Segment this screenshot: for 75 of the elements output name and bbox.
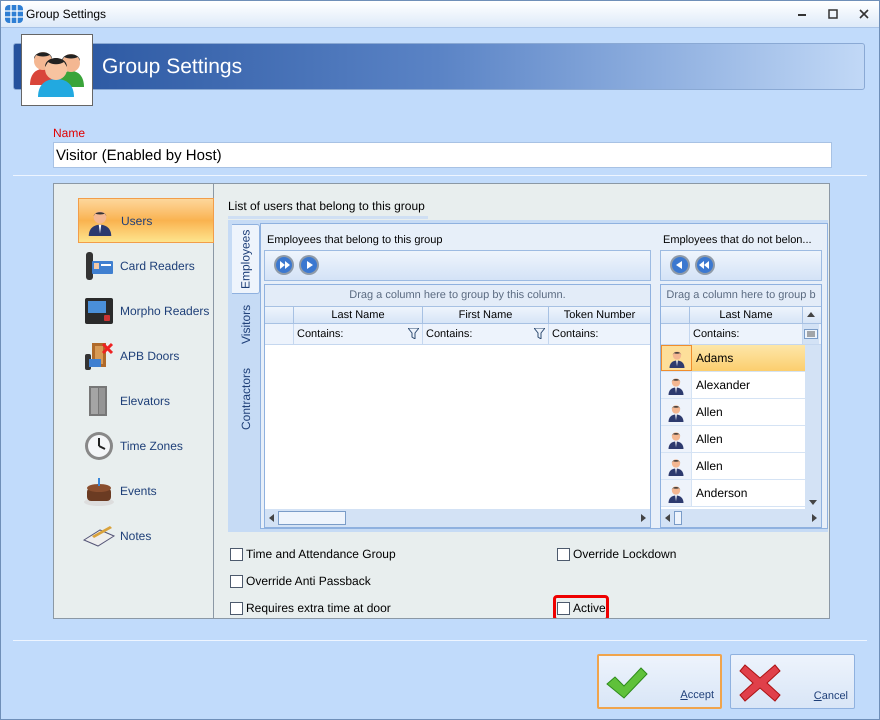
checkbox[interactable] xyxy=(230,574,243,588)
horizontal-scrollbar[interactable] xyxy=(265,509,650,528)
vertical-tab[interactable]: Contractors xyxy=(232,354,260,444)
scroll-right-icon[interactable] xyxy=(641,514,646,522)
filter-icon xyxy=(408,328,419,340)
name-field[interactable]: Visitor (Enabled by Host) xyxy=(53,142,832,168)
scroll-down-icon[interactable] xyxy=(809,500,817,506)
checkbox[interactable] xyxy=(557,548,570,560)
maximize-icon[interactable] xyxy=(828,9,838,19)
filter-field[interactable]: Contains: xyxy=(423,324,549,344)
scroll-right-icon[interactable] xyxy=(812,514,817,522)
option-label: Requires extra time at door xyxy=(246,600,391,617)
option-label: Override Anti Passback xyxy=(246,573,371,590)
cancel-button[interactable]: Cancel xyxy=(730,654,855,709)
grid-row[interactable]: Anderson xyxy=(661,480,805,507)
checkbox[interactable] xyxy=(557,602,570,614)
scroll-thumb-icon[interactable] xyxy=(804,328,818,339)
table-cell-text: Anderson xyxy=(695,484,748,502)
sidebar-item[interactable]: Morpho Readers xyxy=(78,288,214,333)
filter-icon xyxy=(534,328,545,340)
scroll-thumb[interactable] xyxy=(278,511,346,526)
grid-row[interactable]: Allen xyxy=(661,426,805,453)
clock-icon xyxy=(83,430,115,462)
table-cell-text: Allen xyxy=(695,430,723,448)
sidebar-item[interactable]: APB Doors xyxy=(78,333,214,378)
scroll-thumb[interactable] xyxy=(674,511,682,526)
name-label: Name xyxy=(53,125,86,142)
scroll-up-icon[interactable] xyxy=(807,312,815,318)
cross-icon xyxy=(739,663,781,703)
option-label: Time and Attendance Group xyxy=(246,546,396,563)
arrow-left-button[interactable] xyxy=(669,254,691,276)
grid-row[interactable]: Allen xyxy=(661,452,805,480)
double-arrow-right-button[interactable] xyxy=(273,254,295,276)
filter-field[interactable]: Contains: xyxy=(294,324,423,344)
filter-field[interactable]: Contains: xyxy=(549,324,650,344)
accept-button[interactable]: Accept xyxy=(597,654,722,709)
table-cell-text: Allen xyxy=(695,404,723,421)
app-grid-icon xyxy=(5,5,23,23)
column-header[interactable]: First Name xyxy=(423,306,549,323)
grid-row[interactable]: Adams xyxy=(661,344,805,372)
option-label: Override Lockdown xyxy=(573,546,676,563)
sidebar-item[interactable]: Users xyxy=(78,198,214,243)
sidebar-item[interactable]: Events xyxy=(78,468,214,513)
scroll-left-icon[interactable] xyxy=(269,514,274,522)
close-icon[interactable] xyxy=(859,9,869,19)
double-arrow-left-button[interactable] xyxy=(694,254,716,276)
checkbox[interactable] xyxy=(230,602,243,614)
grid-row[interactable]: Alexander xyxy=(661,372,805,399)
table-cell-text: Allen xyxy=(695,458,723,475)
option-label: Active xyxy=(573,600,606,617)
sidebar-item[interactable]: Elevators xyxy=(78,378,214,423)
notebook-icon xyxy=(82,524,116,548)
vertical-tab[interactable]: Visitors xyxy=(232,294,260,354)
header-title: Group Settings xyxy=(102,54,242,80)
sidebar-item[interactable]: Notes xyxy=(78,513,214,558)
column-header[interactable]: Token Number xyxy=(549,306,650,323)
window-title: Group Settings xyxy=(26,6,106,23)
grid-title: Employees that belong to this group xyxy=(266,232,444,248)
grid-row[interactable]: Allen xyxy=(661,398,805,426)
checkbox[interactable] xyxy=(230,548,243,560)
sidebar-item[interactable]: Time Zones xyxy=(78,423,214,468)
horizontal-scrollbar[interactable] xyxy=(661,509,821,528)
card-reader-icon xyxy=(83,250,115,282)
table-cell-text: Adams xyxy=(695,350,734,367)
vertical-tab[interactable]: Employees xyxy=(232,224,260,294)
arrow-right-button[interactable] xyxy=(298,254,320,276)
table-cell-text: Alexander xyxy=(695,376,750,394)
vertical-scrollbar[interactable] xyxy=(805,344,821,510)
scroll-left-icon[interactable] xyxy=(665,514,670,522)
group-hint: Drag a column here to group by this column. xyxy=(265,284,650,306)
sidebar-item[interactable]: Card Readers xyxy=(78,243,214,288)
column-header[interactable]: Last Name xyxy=(294,306,423,323)
group-hint: Drag a column here to group b xyxy=(661,284,821,306)
grid-title: Employees that do not belon... xyxy=(662,232,813,248)
checkmark-icon xyxy=(605,666,649,700)
